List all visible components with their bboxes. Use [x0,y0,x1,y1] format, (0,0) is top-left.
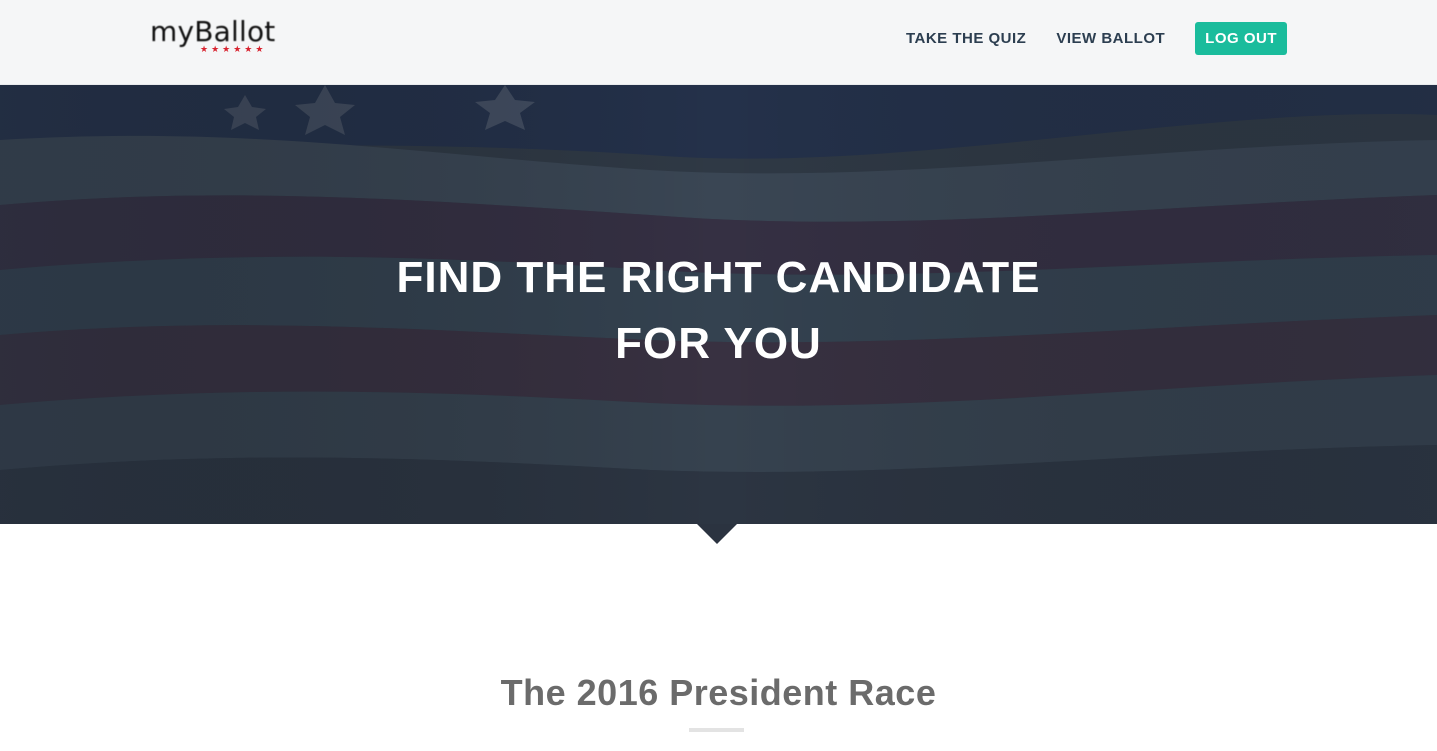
section-divider [689,728,744,732]
logout-button[interactable]: LOG OUT [1195,22,1287,55]
brand-stars-icon: ★★★★★★ [200,44,267,54]
brand-logo[interactable]: myBallot ★★★★★★ [150,14,300,58]
nav-take-quiz-link[interactable]: TAKE THE QUIZ [906,30,1026,47]
hero-title-line-1: FIND THE RIGHT CANDIDATE [396,253,1041,302]
hero-down-arrow-icon [697,524,737,544]
nav-menu: TAKE THE QUIZ VIEW BALLOT LOG OUT [876,22,1287,55]
hero-title: FIND THE RIGHT CANDIDATE FOR YOU [0,245,1437,377]
hero-title-line-2: FOR YOU [615,319,822,368]
nav-view-ballot-link[interactable]: VIEW BALLOT [1056,30,1165,47]
hero-banner: FIND THE RIGHT CANDIDATE FOR YOU [0,85,1437,524]
section-title: The 2016 President Race [500,672,937,713]
navbar: myBallot ★★★★★★ TAKE THE QUIZ VIEW BALLO… [0,0,1437,85]
